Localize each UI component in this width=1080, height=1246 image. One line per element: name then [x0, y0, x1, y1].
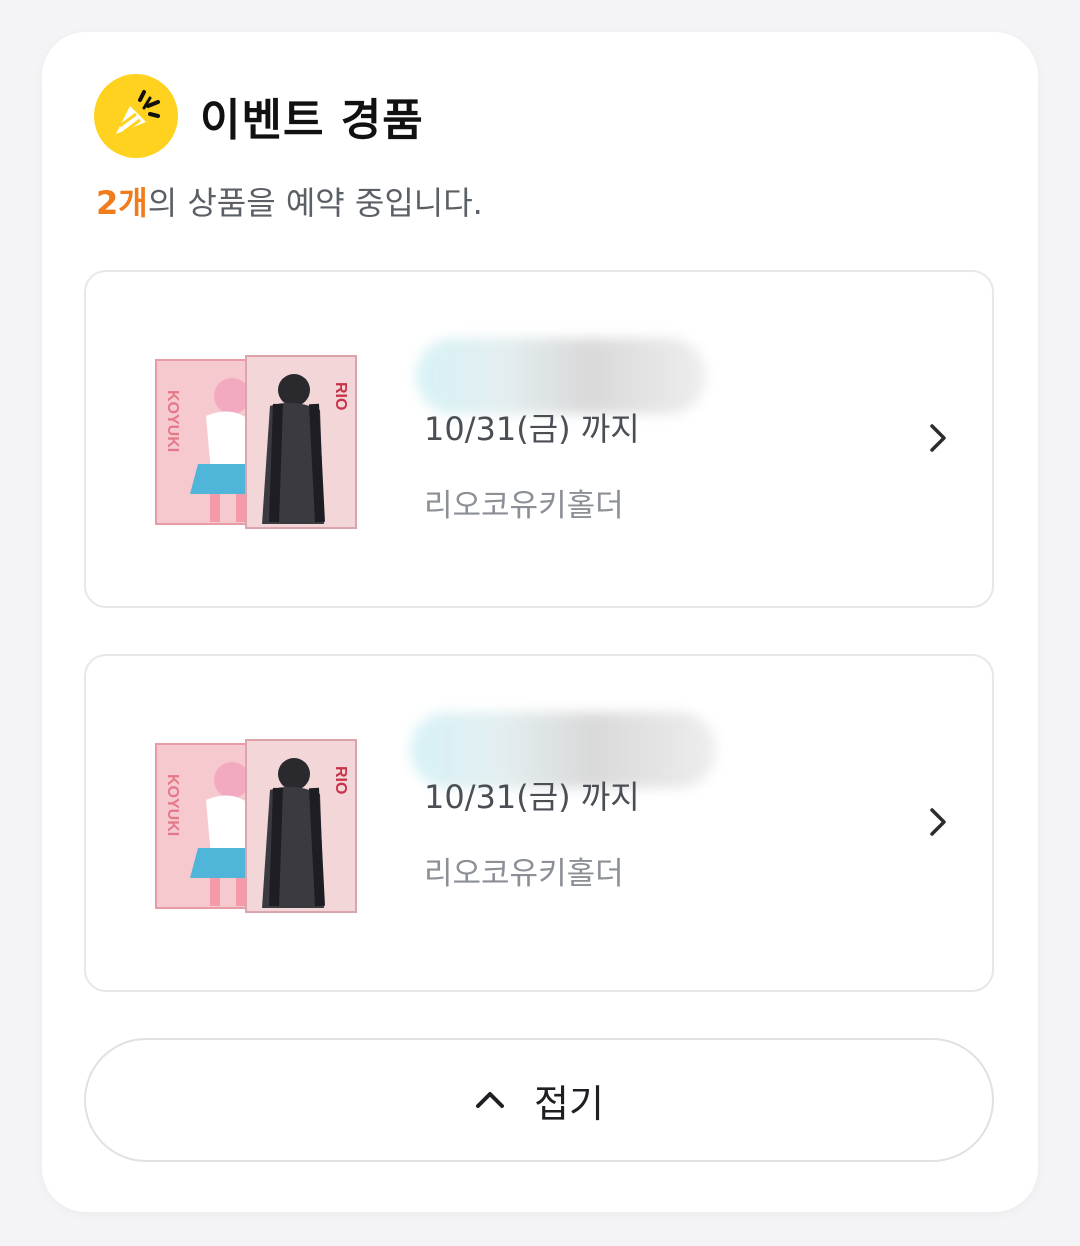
prize-deadline: 10/31(금) 까지: [424, 778, 640, 816]
prize-product-name: 리오코유키홀더: [424, 856, 624, 892]
chevron-right-icon[interactable]: [926, 420, 952, 456]
prize-deadline: 10/31(금) 까지: [424, 410, 640, 448]
chevron-up-icon: [476, 1092, 505, 1108]
card-header: 이벤트 경품: [94, 74, 424, 158]
reservation-summary: 2개의 상품을 예약 중입니다.: [96, 178, 483, 224]
collapse-label: 접기: [534, 1081, 604, 1126]
reservation-count: 2개: [96, 184, 148, 222]
prize-item[interactable]: KOYUKI RIO 10/31(금) 까지 리오코유키홀더: [84, 270, 994, 608]
prize-info: 10/31(금) 까지 리오코유키홀더: [410, 712, 844, 893]
blurred-prize-name: [416, 338, 706, 414]
thumb-label-koyuki: KOYUKI: [164, 390, 181, 452]
event-prize-card: 이벤트 경품 2개의 상품을 예약 중입니다. KOYUKI RIO 10/31…: [42, 32, 1038, 1212]
prize-item[interactable]: KOYUKI RIO 10/31(금) 까지 리오코유키홀더: [84, 654, 994, 992]
prize-product-name: 리오코유키홀더: [424, 488, 624, 524]
chevron-right-icon[interactable]: [926, 804, 952, 840]
thumb-label-rio: RIO: [332, 766, 349, 794]
collapse-button[interactable]: 접기: [84, 1038, 994, 1162]
prize-info: 10/31(금) 까지 리오코유키홀더: [416, 338, 844, 525]
party-popper-icon: [94, 74, 178, 158]
product-thumbnail: KOYUKI RIO: [155, 355, 357, 529]
product-thumbnail: KOYUKI RIO: [155, 739, 357, 913]
card-title: 이벤트 경품: [200, 95, 424, 146]
thumb-label-koyuki: KOYUKI: [164, 774, 181, 836]
thumb-label-rio: RIO: [332, 382, 349, 410]
reservation-summary-text: 의 상품을 예약 중입니다.: [147, 184, 483, 222]
